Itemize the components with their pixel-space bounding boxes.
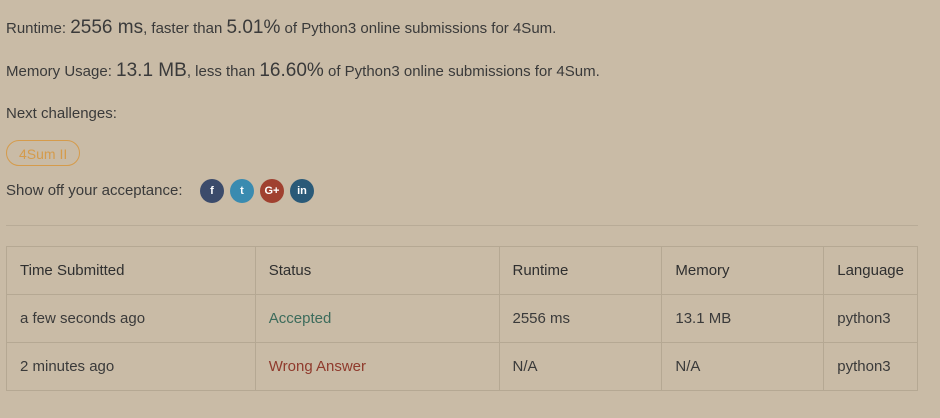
cell-time: a few seconds ago: [6, 294, 256, 343]
memory-prefix: Memory Usage:: [6, 63, 117, 80]
memory-summary: Memory Usage: 13.1 MB, less than 16.60% …: [6, 60, 600, 82]
cell-time: 2 minutes ago: [6, 342, 256, 391]
google-plus-icon[interactable]: G+: [260, 179, 284, 203]
memory-mid: , less than: [186, 63, 260, 80]
header-time-submitted[interactable]: Time Submitted: [6, 246, 256, 295]
header-status[interactable]: Status: [254, 246, 500, 295]
memory-percent: 16.60%: [259, 60, 324, 81]
section-divider: [6, 225, 918, 226]
runtime-mid: , faster than: [143, 20, 227, 37]
table-row: 2 minutes ago Wrong Answer N/A N/A pytho…: [6, 342, 918, 391]
cell-language: python3: [823, 342, 918, 391]
header-language[interactable]: Language: [823, 246, 918, 295]
cell-memory: N/A: [661, 342, 825, 391]
twitter-icon[interactable]: t: [230, 179, 254, 203]
linkedin-icon[interactable]: in: [290, 179, 314, 203]
share-label: Show off your acceptance:: [6, 182, 183, 199]
cell-language: python3: [823, 294, 918, 343]
memory-value: 13.1 MB: [116, 60, 187, 81]
header-memory[interactable]: Memory: [661, 246, 825, 295]
memory-suffix: of Python3 online submissions for 4Sum.: [323, 63, 600, 80]
next-challenges-label: Next challenges:: [6, 105, 117, 122]
cell-memory: 13.1 MB: [661, 294, 825, 343]
runtime-value: 2556 ms: [70, 17, 144, 38]
status-link-wrong-answer[interactable]: Wrong Answer: [254, 342, 500, 391]
header-runtime[interactable]: Runtime: [498, 246, 663, 295]
status-link-accepted[interactable]: Accepted: [254, 294, 500, 343]
table-header-row: Time Submitted Status Runtime Memory Lan…: [6, 246, 918, 295]
runtime-suffix: of Python3 online submissions for 4Sum.: [280, 20, 557, 37]
runtime-summary: Runtime: 2556 ms, faster than 5.01% of P…: [6, 17, 556, 39]
runtime-prefix: Runtime:: [6, 20, 71, 37]
next-challenge-chip[interactable]: 4Sum II: [6, 140, 81, 166]
facebook-icon[interactable]: f: [200, 179, 224, 203]
runtime-percent: 5.01%: [226, 17, 281, 38]
table-row: a few seconds ago Accepted 2556 ms 13.1 …: [6, 294, 918, 343]
share-buttons: f t G+ in: [200, 179, 314, 203]
cell-runtime: 2556 ms: [498, 294, 663, 343]
cell-runtime: N/A: [498, 342, 663, 391]
submissions-table: Time Submitted Status Runtime Memory Lan…: [6, 246, 918, 391]
